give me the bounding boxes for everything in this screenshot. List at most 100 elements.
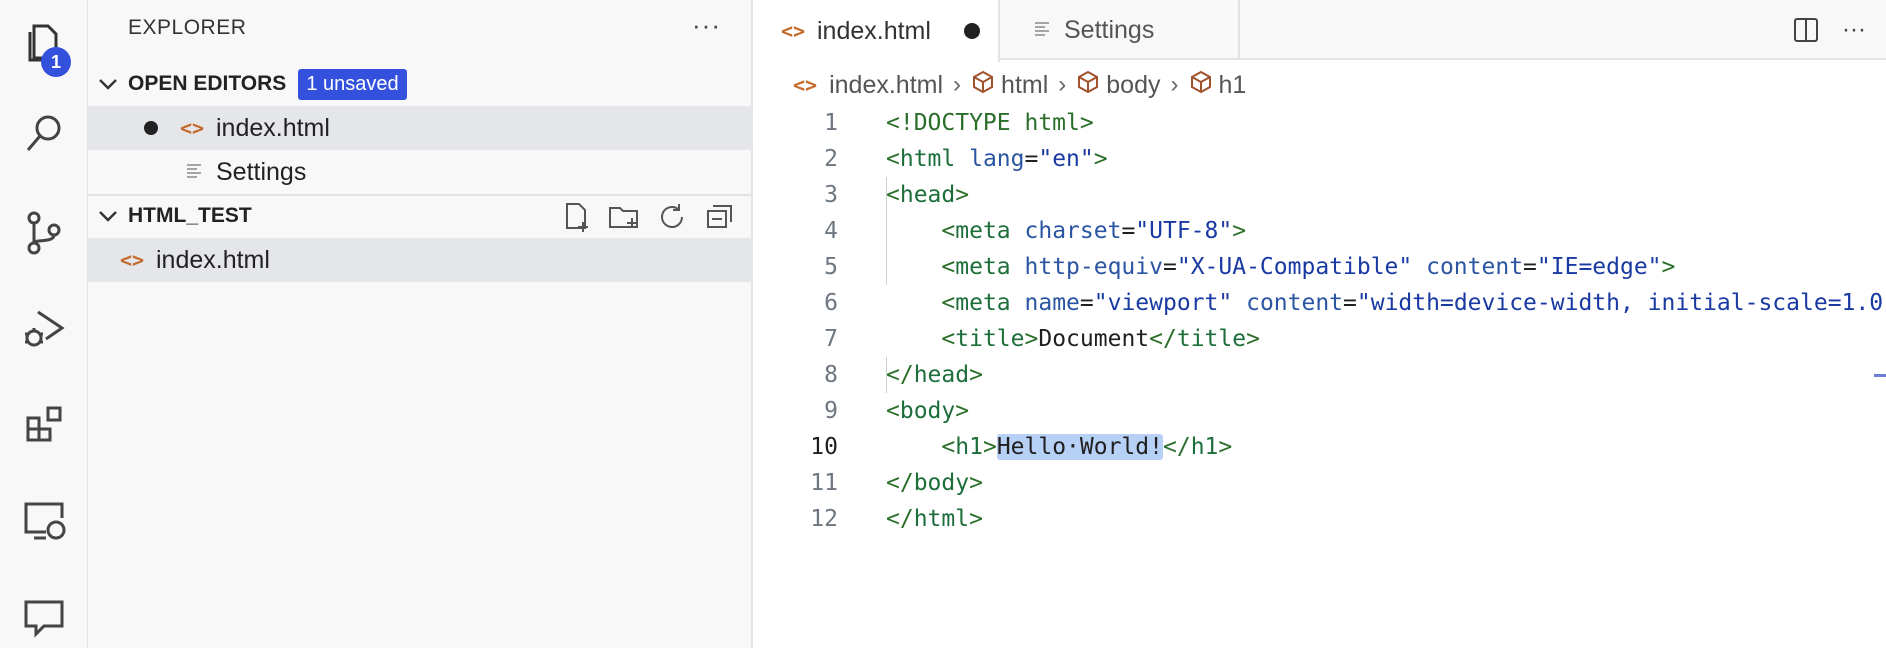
code-token: content: [1426, 254, 1524, 280]
extensions-icon[interactable]: [0, 388, 88, 460]
line-number: 5: [824, 254, 838, 280]
folder-label: HTML_TEST: [128, 204, 252, 227]
refresh-icon[interactable]: [655, 200, 689, 234]
settings-file-icon: [1034, 16, 1050, 45]
code-token: title: [955, 326, 1025, 352]
explorer-badge: 1: [41, 47, 71, 77]
file-item-index[interactable]: <> index.html: [88, 238, 753, 282]
new-folder-icon[interactable]: [607, 200, 641, 234]
explorer-icon[interactable]: 1: [0, 6, 88, 78]
code-token: title: [1176, 326, 1247, 352]
selected-text[interactable]: Hello·World!: [996, 434, 1163, 460]
split-editor-icon[interactable]: [1792, 16, 1820, 44]
line-number: 4: [824, 218, 838, 244]
line-number: 8: [824, 362, 838, 388]
code-line[interactable]: 4 <meta charset="UTF-8">: [753, 213, 1886, 249]
overview-ruler-mark: [1874, 374, 1886, 377]
cube-icon: [971, 70, 995, 101]
open-editors-label: OPEN EDITORS: [128, 72, 287, 95]
line-number: 11: [810, 470, 838, 496]
line-number: 1: [824, 110, 838, 136]
search-icon[interactable]: [0, 98, 88, 170]
code-token: http-equiv: [1024, 254, 1163, 280]
open-editor-item-settings[interactable]: Settings: [88, 150, 753, 194]
code-token: "IE=edge": [1536, 254, 1662, 280]
run-debug-icon[interactable]: [0, 292, 88, 364]
html-file-icon: <>: [120, 248, 145, 272]
code-token: name: [1024, 290, 1080, 316]
code-token: Document: [1038, 326, 1150, 352]
code-token: meta: [955, 290, 1011, 316]
open-editors-header[interactable]: OPEN EDITORS 1 unsaved: [88, 64, 753, 104]
code-token: <!DOCTYPE html>: [886, 110, 1094, 136]
code-token: meta: [955, 218, 1011, 244]
code-token: meta: [955, 254, 1011, 280]
line-number: 2: [824, 146, 838, 172]
remote-explorer-icon[interactable]: [0, 484, 88, 556]
code-token: "UTF-8": [1135, 218, 1233, 244]
code-line[interactable]: 1 <!DOCTYPE html>: [753, 105, 1886, 141]
line-number: 12: [810, 506, 838, 532]
code-token: h1: [1190, 434, 1219, 460]
chevron-right-icon: ›: [953, 71, 962, 98]
cube-icon: [1189, 70, 1213, 101]
code-token: head: [899, 182, 956, 208]
cube-icon: [1076, 70, 1100, 101]
html-file-icon: <>: [781, 19, 806, 43]
open-editor-label: Settings: [216, 157, 307, 186]
code-line[interactable]: 7 <title>Document</title>: [753, 321, 1886, 357]
code-line[interactable]: 9 <body>: [753, 393, 1886, 429]
code-token: html: [899, 146, 956, 172]
more-actions-icon[interactable]: ···: [1842, 16, 1866, 44]
code-line[interactable]: 5 <meta http-equiv="X-UA-Compatible" con…: [753, 249, 1886, 285]
line-number: 7: [824, 326, 838, 352]
tab-settings[interactable]: Settings: [1000, 0, 1240, 60]
code-token: "X-UA-Compatible": [1176, 254, 1413, 280]
more-actions-button[interactable]: ···: [692, 10, 721, 41]
explorer-title: EXPLORER: [128, 16, 247, 39]
code-line[interactable]: 12 </html>: [753, 501, 1886, 537]
chevron-right-icon: ›: [1170, 71, 1179, 98]
breadcrumb-file[interactable]: index.html: [829, 71, 943, 100]
tab-label: Settings: [1064, 15, 1155, 44]
html-file-icon: <>: [793, 73, 818, 97]
code-token: body: [913, 470, 970, 496]
code-line[interactable]: 6 <meta name="viewport" content="width=d…: [753, 285, 1886, 321]
line-number: 10: [810, 434, 838, 460]
file-label: index.html: [156, 245, 270, 274]
code-line[interactable]: 11 </body>: [753, 465, 1886, 501]
unsaved-dot-icon[interactable]: [144, 121, 158, 135]
new-file-icon[interactable]: [559, 200, 593, 234]
collapse-all-icon[interactable]: [703, 200, 737, 234]
open-editor-label: index.html: [216, 113, 330, 142]
comments-icon[interactable]: [0, 580, 88, 648]
code-editor[interactable]: 1 <!DOCTYPE html> 2 <html lang="en"> 3 <…: [753, 105, 1886, 537]
tab-index-html[interactable]: <> index.html: [753, 0, 1000, 62]
unsaved-dot-icon[interactable]: [964, 23, 980, 39]
code-token: lang: [969, 146, 1025, 172]
breadcrumb-body[interactable]: body: [1106, 71, 1160, 100]
chevron-down-icon: [88, 77, 128, 91]
code-line-current[interactable]: 10 <h1>Hello·World!</h1>: [753, 429, 1886, 465]
code-token: "viewport": [1093, 290, 1233, 316]
code-token: "width=device-width, initial-scale=1.0": [1356, 290, 1886, 316]
chevron-down-icon: [88, 209, 128, 223]
line-number: 9: [824, 398, 838, 424]
unsaved-badge: 1 unsaved: [298, 68, 407, 100]
code-token: html: [913, 506, 970, 532]
chevron-right-icon: ›: [1058, 71, 1067, 98]
code-line[interactable]: 8 </head>: [753, 357, 1886, 393]
source-control-icon[interactable]: [0, 196, 88, 268]
editor-actions: ···: [1792, 0, 1866, 60]
tab-bar: <> index.html Settings ···: [753, 0, 1886, 62]
breadcrumb: <> index.html › html › body › h1: [793, 66, 1246, 104]
folder-toolbar: [559, 200, 737, 234]
code-token: content: [1246, 290, 1344, 316]
code-line[interactable]: 3 <head>: [753, 177, 1886, 213]
activity-bar: 1: [0, 0, 88, 648]
code-line[interactable]: 2 <html lang="en">: [753, 141, 1886, 177]
explorer-sidebar: EXPLORER ··· OPEN EDITORS 1 unsaved <> i…: [88, 0, 753, 648]
breadcrumb-h1[interactable]: h1: [1219, 71, 1247, 100]
breadcrumb-html[interactable]: html: [1001, 71, 1048, 100]
open-editor-item-index[interactable]: <> index.html: [88, 106, 753, 150]
